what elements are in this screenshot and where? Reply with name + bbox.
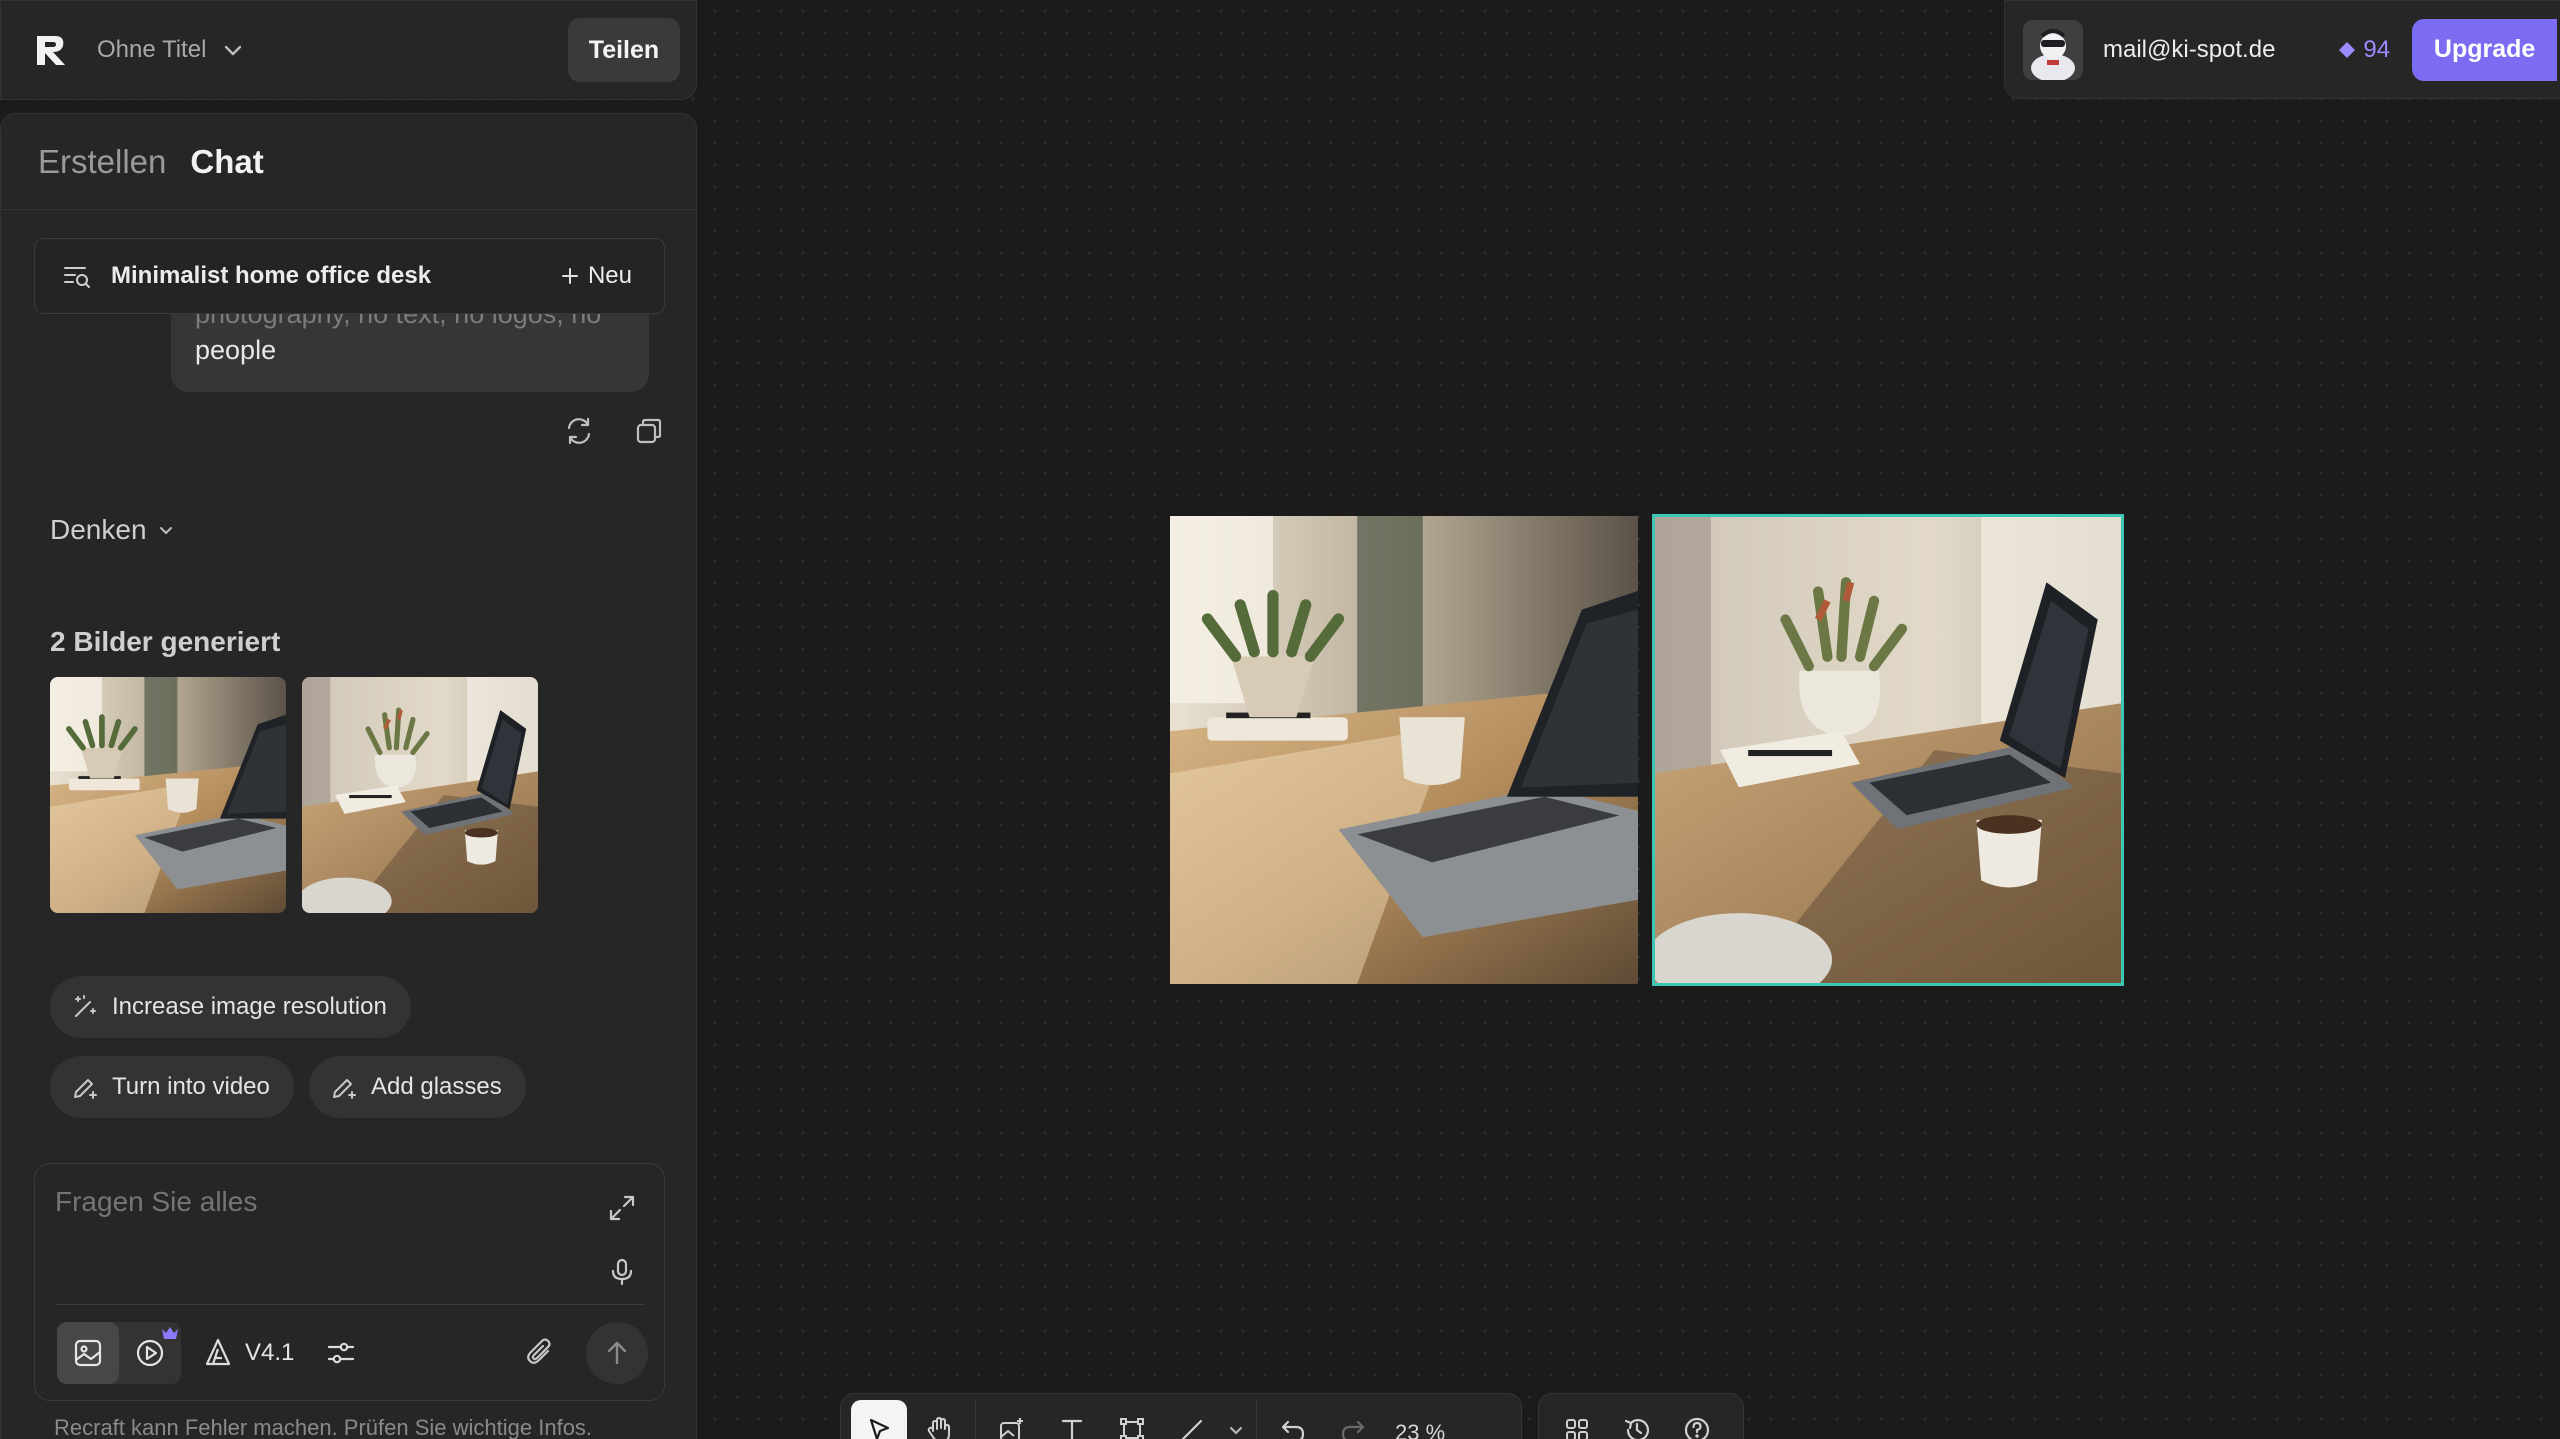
microphone-icon[interactable]	[606, 1256, 638, 1288]
canvas-toolbar: 23 %	[840, 1393, 1522, 1439]
project-title[interactable]: Ohne Titel	[97, 36, 206, 64]
suggestion-add-glasses[interactable]: Add glasses	[309, 1056, 526, 1118]
generated-thumbnail-1[interactable]	[50, 677, 286, 913]
regenerate-icon[interactable]	[562, 414, 596, 448]
grid-button[interactable]	[1549, 1400, 1605, 1439]
user-email[interactable]: mail@ki-spot.de	[2103, 36, 2275, 64]
magic-wand-icon	[70, 992, 100, 1022]
image-icon	[71, 1336, 105, 1370]
generated-thumbnails	[50, 677, 538, 913]
video-mode-button[interactable]	[119, 1322, 181, 1384]
generated-images-label: 2 Bilder generiert	[50, 626, 281, 657]
suggestion-label: Add glasses	[371, 1073, 502, 1100]
chevron-down-icon[interactable]	[222, 39, 244, 61]
message-actions	[562, 414, 666, 448]
new-chat-label: Neu	[587, 262, 632, 289]
line-options-dropdown[interactable]	[1224, 1400, 1248, 1439]
help-icon	[1682, 1415, 1712, 1439]
diamond-icon	[2337, 40, 2357, 60]
history-button[interactable]	[1609, 1400, 1665, 1439]
frame-icon	[1117, 1415, 1147, 1439]
hand-icon	[924, 1415, 954, 1439]
image-mode-button[interactable]	[57, 1322, 119, 1384]
input-divider	[55, 1304, 644, 1305]
model-selector[interactable]: V4.1	[201, 1336, 294, 1370]
pencil-sparkle-icon	[70, 1072, 100, 1102]
chat-input[interactable]	[55, 1186, 535, 1218]
undo-button[interactable]	[1265, 1400, 1321, 1439]
settings-sliders-icon[interactable]	[324, 1336, 358, 1370]
mode-switch	[57, 1322, 181, 1384]
tab-create[interactable]: Erstellen	[38, 143, 166, 181]
text-icon	[1057, 1415, 1087, 1439]
canvas-image-1[interactable]	[1170, 516, 1638, 984]
crown-icon	[161, 1326, 179, 1340]
avatar[interactable]	[2023, 19, 2083, 80]
suggestion-label: Turn into video	[112, 1073, 270, 1100]
generated-thumbnail-2[interactable]	[302, 677, 538, 913]
canvas-extra-toolbar	[1538, 1393, 1744, 1439]
suggestion-increase-resolution[interactable]: Increase image resolution	[50, 976, 411, 1038]
grid-icon	[1562, 1415, 1592, 1439]
undo-icon	[1278, 1415, 1308, 1439]
share-button[interactable]: Teilen	[568, 18, 680, 82]
line-icon	[1177, 1415, 1207, 1439]
upgrade-button[interactable]: Upgrade	[2412, 18, 2558, 81]
copy-icon[interactable]	[632, 414, 666, 448]
thinking-label: Denken	[50, 514, 147, 545]
tab-chat[interactable]: Chat	[190, 143, 263, 181]
top-bar: Ohne Titel Teilen	[0, 0, 697, 100]
send-button[interactable]	[586, 1322, 648, 1384]
conversation-selector[interactable]: Minimalist home office desk Neu	[34, 238, 665, 314]
credits-badge[interactable]: 94	[2337, 36, 2390, 64]
suggestion-label: Increase image resolution	[112, 993, 387, 1020]
prompt-text: people	[195, 335, 277, 365]
toolbar-divider	[1256, 1400, 1257, 1439]
list-icon	[61, 260, 93, 292]
panel-tabs: Erstellen Chat	[1, 114, 696, 210]
help-button[interactable]	[1669, 1400, 1725, 1439]
model-icon	[201, 1336, 235, 1370]
history-icon	[1622, 1415, 1652, 1439]
frame-tool-button[interactable]	[1104, 1400, 1160, 1439]
image-edit-tool-button[interactable]	[984, 1400, 1040, 1439]
credits-count: 94	[2363, 35, 2391, 63]
conversation-title: Minimalist home office desk	[111, 262, 432, 289]
redo-button[interactable]	[1325, 1400, 1381, 1439]
suggestion-turn-into-video[interactable]: Turn into video	[50, 1056, 294, 1118]
disclaimer-text: Recraft kann Fehler machen. Prüfen Sie w…	[54, 1415, 593, 1439]
video-icon	[133, 1336, 167, 1370]
chat-panel: Erstellen Chat Minimalist home office de…	[0, 113, 697, 1439]
image-edit-icon	[997, 1415, 1027, 1439]
user-bar: mail@ki-spot.de 94 Upgrade	[2004, 0, 2560, 99]
paperclip-icon[interactable]	[524, 1336, 558, 1370]
line-tool-button[interactable]	[1164, 1400, 1220, 1439]
pointer-icon	[864, 1415, 894, 1439]
model-version: V4.1	[245, 1339, 295, 1366]
toolbar-divider	[975, 1400, 976, 1439]
plus-icon	[560, 266, 580, 286]
text-tool-button[interactable]	[1044, 1400, 1100, 1439]
new-chat-button[interactable]: Neu	[560, 262, 632, 290]
arrow-up-icon	[602, 1338, 632, 1368]
pencil-sparkle-icon	[329, 1072, 359, 1102]
canvas-image-2-selected[interactable]	[1652, 514, 2124, 986]
hand-tool-button[interactable]	[911, 1400, 967, 1439]
chevron-down-icon	[157, 521, 175, 539]
input-toolbar: V4.1	[57, 1322, 648, 1384]
thinking-toggle[interactable]: Denken	[50, 514, 175, 546]
chat-input-box: V4.1	[34, 1163, 665, 1401]
redo-icon	[1338, 1415, 1368, 1439]
recraft-logo-icon[interactable]	[31, 30, 71, 70]
expand-icon[interactable]	[606, 1192, 638, 1224]
zoom-level[interactable]: 23 %	[1385, 1400, 1455, 1439]
chevron-down-icon	[1228, 1422, 1244, 1438]
select-tool-button[interactable]	[851, 1400, 907, 1439]
